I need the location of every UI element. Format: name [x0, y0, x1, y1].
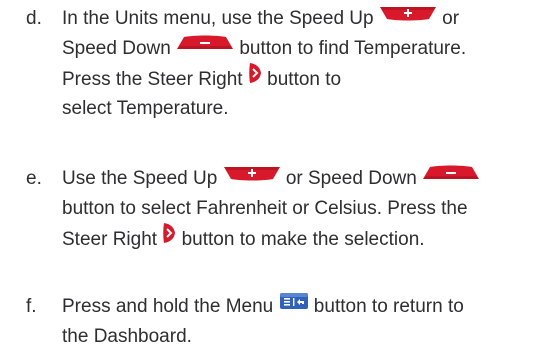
text-segment: the Dashboard. [62, 326, 192, 347]
speed-down-icon [422, 162, 480, 192]
text-segment: select Temperature. [62, 98, 229, 119]
text-segment: or [436, 8, 460, 30]
text-line: button to select Fahrenheit or Celsius. … [62, 194, 558, 224]
step-text: Use the Speed Up or Speed Down button to… [62, 164, 558, 254]
text-line: select Temperature. [62, 94, 558, 124]
text-segment: button to return to [308, 296, 464, 318]
text-line: In the Units menu, use the Speed Up or [62, 4, 558, 34]
step-letter: d. [26, 8, 42, 29]
text-segment: In the Units menu, use the Speed Up [62, 8, 379, 30]
text-segment: Use the Speed Up [62, 168, 223, 190]
text-line: Speed Down button to find Temperature. [62, 34, 558, 64]
menu-icon [279, 290, 309, 320]
step-letter: f. [26, 296, 37, 317]
speed-up-icon [223, 162, 281, 192]
steer-right-icon [162, 222, 176, 254]
text-segment: or Speed Down [280, 168, 423, 190]
step-text: In the Units menu, use the Speed Up or S… [62, 4, 558, 124]
speed-up-icon [379, 2, 437, 32]
text-segment: Speed Down [62, 38, 177, 60]
steer-right-icon [248, 62, 262, 94]
text-segment: button to find Temperature. [234, 38, 467, 60]
speed-down-icon [176, 32, 234, 62]
text-line: Press the Steer Right button to [62, 62, 558, 94]
text-line: Use the Speed Up or Speed Down [62, 164, 558, 194]
text-segment: Press and hold the Menu [62, 296, 279, 318]
step-text: Press and hold the Menu button to return… [62, 292, 558, 352]
text-line: the Dashboard. [62, 322, 558, 352]
text-segment: button to [261, 69, 342, 91]
text-segment: Press the Steer Right [62, 69, 248, 91]
text-segment: button to select Fahrenheit or Celsius. … [62, 198, 468, 219]
text-segment: Steer Right [62, 229, 163, 251]
text-line: Press and hold the Menu button to return… [62, 292, 558, 322]
step-letter: e. [26, 168, 42, 189]
text-segment: button to make the selection. [176, 229, 425, 251]
text-line: Steer Right button to make the selection… [62, 222, 558, 254]
